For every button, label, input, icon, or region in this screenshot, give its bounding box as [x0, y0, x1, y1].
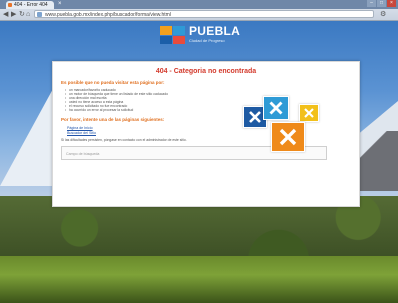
wrench-icon[interactable]: ⚙	[380, 10, 386, 18]
decorative-x-tiles	[243, 84, 353, 154]
logo-mark-icon	[160, 26, 186, 44]
tab-bar: 404 - Error 404 × – □ ×	[0, 0, 398, 9]
back-arrow-icon[interactable]: ◀	[3, 10, 8, 19]
x-tile-icon	[271, 122, 305, 152]
home-icon[interactable]: ⌂	[26, 10, 30, 19]
page-icon	[37, 12, 42, 17]
site-logo[interactable]: PUEBLA Ciudad de Progreso	[160, 24, 240, 46]
background-grass	[0, 256, 398, 303]
browser-chrome: 404 - Error 404 × – □ × ◀ ▶ ↻ ⌂ www.pueb…	[0, 0, 398, 21]
close-window-button[interactable]: ×	[387, 0, 396, 7]
browser-tab[interactable]: 404 - Error 404	[6, 1, 54, 9]
address-bar[interactable]: www.puebla.gob.mx/index.php/buscador/for…	[34, 10, 374, 18]
reload-icon[interactable]: ↻	[19, 10, 25, 19]
forward-arrow-icon[interactable]: ▶	[11, 10, 16, 19]
suggested-links: Página de Inicio Buscador del Sitio	[67, 126, 96, 135]
error-card: 404 - Categoria no encontrada Es posible…	[52, 61, 360, 207]
window-controls: – □ ×	[367, 0, 396, 7]
logo-wordmark: PUEBLA	[189, 24, 241, 38]
url-text: www.puebla.gob.mx/index.php/buscador/for…	[45, 12, 171, 18]
suggestions-heading: Por favor, intente una de las páginas si…	[61, 117, 165, 122]
maximize-button[interactable]: □	[377, 0, 386, 7]
link-site-search[interactable]: Buscador del Sitio	[67, 131, 96, 136]
error-subtitle: Es posible que no pueda visitar esta pág…	[61, 80, 165, 85]
reason-item: ha ocurrido un error al procesar la soli…	[65, 108, 168, 112]
navigation-bar: ◀ ▶ ↻ ⌂ www.puebla.gob.mx/index.php/busc…	[0, 9, 398, 20]
error-title: 404 - Categoria no encontrada	[155, 68, 257, 75]
tab-close-icon[interactable]: ×	[58, 1, 62, 8]
logo-tagline: Ciudad de Progreso	[189, 38, 225, 43]
favicon-icon	[8, 3, 12, 7]
link-home-page[interactable]: Página de Inicio	[67, 126, 96, 131]
page-viewport: PUEBLA Ciudad de Progreso 404 - Categori…	[0, 21, 398, 303]
minimize-button[interactable]: –	[367, 0, 376, 7]
reasons-list: un marcador/favorito caducado un motor d…	[65, 88, 168, 112]
tab-title: 404 - Error 404	[14, 2, 48, 8]
contact-note: Si las dificultades persisten, póngase e…	[61, 138, 187, 142]
x-tile-icon	[299, 104, 319, 122]
x-tile-icon	[263, 96, 289, 120]
